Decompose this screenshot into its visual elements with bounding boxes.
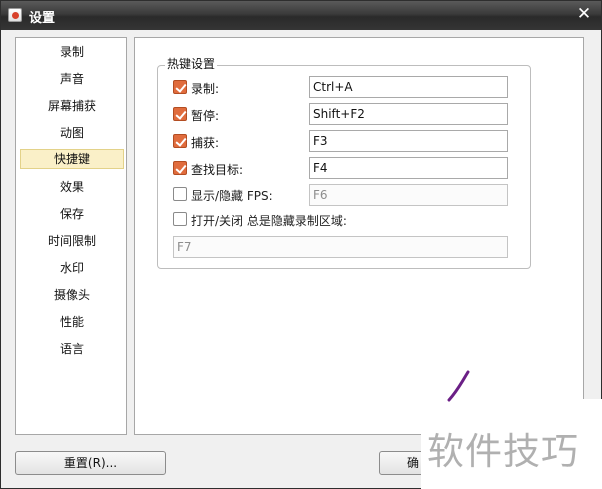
sidebar-item-screen-capture[interactable]: 屏幕捕获 — [20, 96, 124, 116]
fps-hotkey-checkbox[interactable] — [173, 187, 187, 201]
sidebar-item-watermark[interactable]: 水印 — [20, 258, 124, 278]
sidebar-item-webcam[interactable]: 摄像头 — [20, 285, 124, 305]
sidebar-item-effects[interactable]: 效果 — [20, 177, 124, 197]
pause-hotkey-checkbox[interactable] — [173, 107, 187, 121]
window-title: 设置 — [29, 11, 56, 26]
settings-nav: 录制 声音 屏幕捕获 动图 快捷键 效果 保存 时间限制 水印 摄像头 性能 语… — [15, 37, 127, 435]
capture-hotkey-checkbox[interactable] — [173, 134, 187, 148]
capture-hotkey-label: 捕获: — [191, 136, 220, 150]
sidebar-item-gif[interactable]: 动图 — [20, 123, 124, 143]
pause-hotkey-field[interactable]: Shift+F2 — [309, 103, 508, 125]
reset-button[interactable]: 重置(R)... — [15, 451, 166, 475]
app-icon — [8, 8, 22, 22]
hide-region-hotkey-field[interactable]: F7 — [173, 236, 508, 258]
fps-hotkey-label: 显示/隐藏 FPS: — [191, 189, 273, 203]
close-icon[interactable]: ✕ — [574, 4, 594, 24]
title-bar[interactable]: 设置 ✕ — [1, 1, 601, 30]
watermark-text: 软件技巧 — [427, 430, 579, 473]
watermark-stroke-icon — [447, 370, 470, 402]
pause-hotkey-label: 暂停: — [191, 109, 220, 123]
capture-hotkey-field[interactable]: F3 — [309, 130, 508, 152]
hide-region-hotkey-checkbox[interactable] — [173, 212, 187, 226]
sidebar-item-time-limit[interactable]: 时间限制 — [20, 231, 124, 251]
hide-region-hotkey-label: 打开/关闭 总是隐藏录制区域: — [191, 214, 347, 228]
sidebar-item-record[interactable]: 录制 — [20, 42, 124, 62]
sidebar-item-language[interactable]: 语言 — [20, 339, 124, 359]
find-target-hotkey-checkbox[interactable] — [173, 161, 187, 175]
sidebar-item-audio[interactable]: 声音 — [20, 69, 124, 89]
sidebar-item-save[interactable]: 保存 — [20, 204, 124, 224]
sidebar-item-hotkeys[interactable]: 快捷键 — [20, 149, 124, 169]
find-target-hotkey-field[interactable]: F4 — [309, 157, 508, 179]
record-hotkey-checkbox[interactable] — [173, 80, 187, 94]
find-target-hotkey-label: 查找目标: — [191, 163, 244, 177]
fps-hotkey-field[interactable]: F6 — [309, 184, 508, 206]
sidebar-item-performance[interactable]: 性能 — [20, 312, 124, 332]
hotkey-group-title: 热键设置 — [165, 55, 218, 72]
record-hotkey-field[interactable]: Ctrl+A — [309, 76, 508, 98]
record-hotkey-label: 录制: — [191, 82, 220, 96]
